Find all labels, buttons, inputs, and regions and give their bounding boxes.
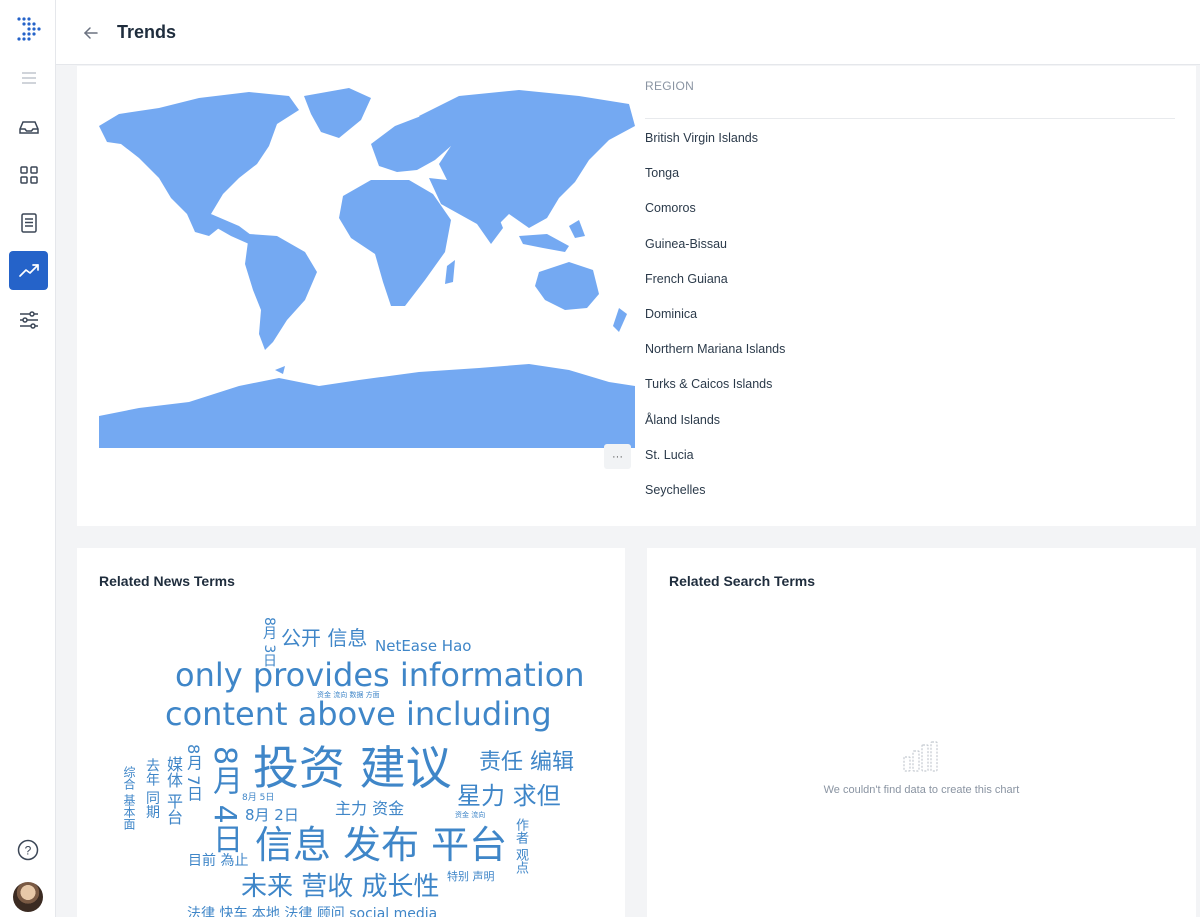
cloud-term[interactable]: 8月 2日 <box>245 808 299 823</box>
cloud-term[interactable]: 目前 為止 <box>188 854 248 868</box>
list-item[interactable]: British Virgin Islands <box>645 129 785 164</box>
menu-icon[interactable] <box>9 58 48 97</box>
cloud-term[interactable]: 资金 流向 <box>455 812 485 819</box>
related-news-terms-card: Related News Terms 8月 3日 公开 信息 NetEase H… <box>77 548 625 917</box>
region-column-header: REGION <box>645 79 695 93</box>
page-title: Trends <box>117 22 177 42</box>
cloud-term[interactable]: content above including <box>165 698 552 730</box>
cloud-term[interactable]: 媒体 平台 <box>164 756 183 825</box>
cloud-term[interactable]: NetEase Hao <box>375 639 471 654</box>
cloud-term[interactable]: 作者 观点 <box>513 818 528 874</box>
cloud-term[interactable]: 特别 声明 <box>447 871 495 882</box>
back-arrow-icon[interactable] <box>82 24 100 42</box>
cloud-term[interactable]: 信息 发布 平台 <box>255 826 507 864</box>
grid-icon[interactable] <box>9 155 48 194</box>
inbox-icon[interactable] <box>9 107 48 146</box>
cloud-term[interactable]: 主力 资金 <box>335 801 404 817</box>
cloud-term[interactable]: 未来 营收 成长性 <box>241 874 440 900</box>
list-item[interactable]: Guinea-Bissau <box>645 235 785 270</box>
list-item[interactable]: Turks & Caicos Islands <box>645 375 785 410</box>
list-item[interactable]: Seychelles <box>645 481 785 516</box>
sidebar: ? <box>0 0 56 917</box>
cloud-term[interactable]: 星力 求但 <box>457 784 561 808</box>
list-item[interactable]: Comoros <box>645 199 785 234</box>
empty-chart-icon <box>903 741 938 772</box>
card-title: Related Search Terms <box>669 573 816 589</box>
region-list: British Virgin Islands Tonga Comoros Gui… <box>645 129 785 516</box>
list-item[interactable]: Dominica <box>645 305 785 340</box>
list-item[interactable]: Tonga <box>645 164 785 199</box>
list-item[interactable]: St. Lucia <box>645 446 785 481</box>
list-item[interactable]: Åland Islands <box>645 411 785 446</box>
list-item[interactable]: French Guiana <box>645 270 785 305</box>
cloud-term[interactable]: 责任 编辑 <box>479 752 574 774</box>
map-more-button[interactable]: ··· <box>604 444 631 469</box>
cloud-term[interactable]: 8月 7日 <box>184 744 203 801</box>
cloud-term[interactable]: 公开 信息 <box>281 628 367 648</box>
cloud-term[interactable]: only provides information <box>175 659 585 691</box>
card-title: Related News Terms <box>99 573 235 589</box>
cloud-term[interactable]: 去年 同期 <box>144 758 160 818</box>
cloud-term[interactable]: 8月 4日 <box>207 746 242 854</box>
sliders-icon[interactable] <box>9 300 48 339</box>
logo-icon[interactable] <box>16 16 42 42</box>
page-header: Trends <box>56 0 1200 65</box>
app-root: ? Trends ··· REGION British Virgin Islan… <box>0 0 1200 917</box>
cloud-term[interactable]: 8月 5日 <box>242 794 274 803</box>
region-map-card: ··· REGION British Virgin Islands Tonga … <box>77 66 1196 526</box>
help-icon[interactable]: ? <box>17 839 39 861</box>
cloud-term[interactable]: 综合 基本面 <box>122 766 136 830</box>
divider <box>645 118 1175 119</box>
svg-text:?: ? <box>25 844 32 858</box>
list-item[interactable]: Northern Mariana Islands <box>645 340 785 375</box>
related-search-terms-card: Related Search Terms We couldn't find da… <box>647 548 1196 917</box>
trending-icon[interactable] <box>9 251 48 290</box>
cloud-term[interactable]: 投资 建议 <box>253 745 452 791</box>
empty-state-message: We couldn't find data to create this cha… <box>823 784 1020 796</box>
cloud-term[interactable]: 法律 快车 本地 法律 顾问 social media <box>187 907 437 917</box>
document-icon[interactable] <box>9 203 48 242</box>
avatar[interactable] <box>13 882 43 912</box>
world-map[interactable] <box>99 86 635 448</box>
